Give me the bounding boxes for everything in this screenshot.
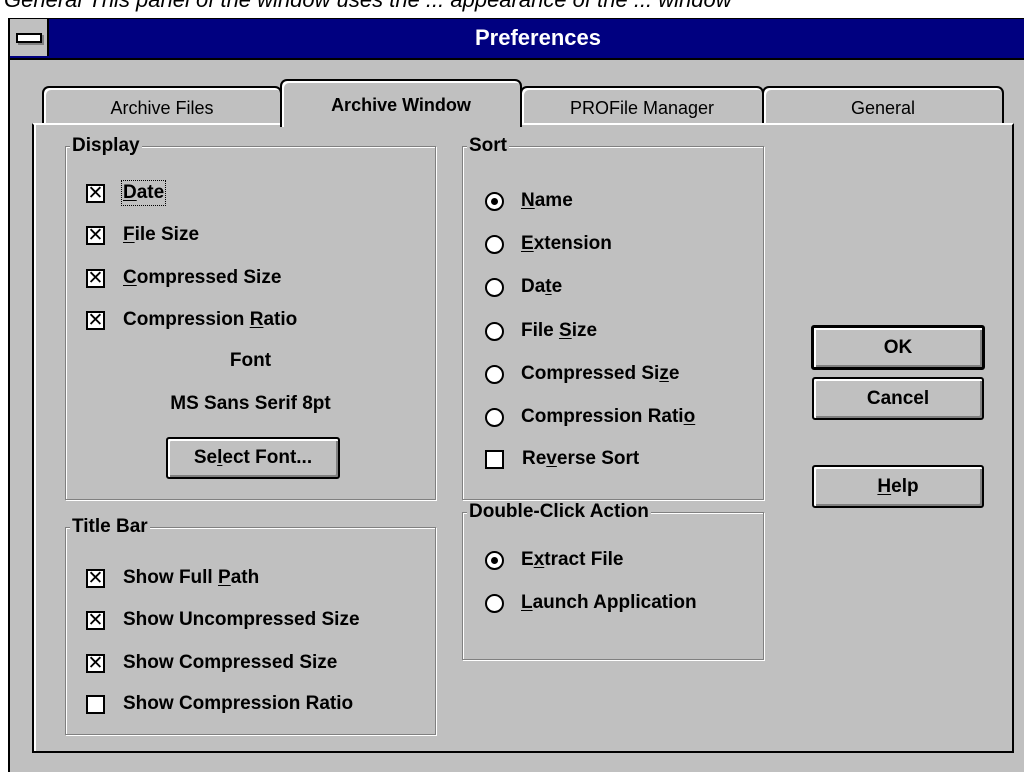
cancel-button[interactable]: Cancel bbox=[812, 377, 984, 420]
tab-profile-manager[interactable]: PROFile Manager bbox=[520, 86, 764, 126]
select-font-button[interactable]: Select Font... bbox=[166, 437, 340, 479]
checkbox-box bbox=[485, 449, 504, 469]
checkbox-box: ✕ bbox=[86, 267, 105, 289]
display-compression-ratio-checkbox[interactable]: ✕ Compression Ratio bbox=[86, 307, 297, 333]
checkbox-box: ✕ bbox=[86, 182, 105, 204]
tab-label: Archive Files bbox=[110, 98, 214, 118]
show-full-path-label: Show Full Path bbox=[123, 567, 260, 588]
system-menu-icon bbox=[15, 32, 42, 43]
top-caption-fragment: General This panel of the window uses th… bbox=[0, 0, 1024, 13]
font-value: MS Sans Serif 8pt bbox=[170, 393, 331, 414]
help-button[interactable]: Help bbox=[812, 465, 984, 508]
preferences-dialog: Preferences Archive Files Archive Window… bbox=[8, 18, 1024, 772]
display-file-size-label: File Size bbox=[123, 224, 200, 245]
reverse-sort-label: Reverse Sort bbox=[522, 448, 640, 469]
sort-name-radio[interactable]: Name bbox=[485, 188, 573, 214]
sort-date-label: Date bbox=[521, 276, 563, 297]
display-compressed-size-checkbox[interactable]: ✕ Compressed Size bbox=[86, 265, 281, 291]
tab-general[interactable]: General bbox=[762, 86, 1004, 126]
radio-circle bbox=[485, 191, 504, 211]
check-mark-icon: ✕ bbox=[87, 609, 104, 631]
show-compressed-size-label: Show Compressed Size bbox=[123, 652, 338, 673]
display-file-size-checkbox[interactable]: ✕ File Size bbox=[86, 222, 199, 248]
display-group-title: Display bbox=[70, 135, 142, 157]
window-title: Preferences bbox=[475, 25, 601, 50]
sort-group-title: Sort bbox=[467, 135, 509, 157]
top-caption-text: General This panel of the window uses th… bbox=[4, 0, 732, 13]
tab-label: Archive Window bbox=[331, 95, 471, 115]
check-mark-icon: ✕ bbox=[87, 267, 104, 289]
extract-file-radio[interactable]: Extract File bbox=[485, 547, 623, 573]
title-bar: Preferences bbox=[10, 19, 1024, 60]
tab-archive-window[interactable]: Archive Window bbox=[280, 79, 522, 127]
sort-name-label: Name bbox=[521, 190, 573, 211]
show-full-path-checkbox[interactable]: ✕ Show Full Path bbox=[86, 565, 259, 591]
sort-compressed-size-radio[interactable]: Compressed Size bbox=[485, 361, 679, 387]
sort-file-size-label: File Size bbox=[521, 320, 598, 341]
sort-compression-ratio-label: Compression Ratio bbox=[521, 406, 696, 427]
radio-circle bbox=[485, 550, 504, 570]
sort-extension-label: Extension bbox=[521, 233, 612, 254]
tab-label: PROFile Manager bbox=[569, 98, 715, 118]
radio-circle bbox=[485, 321, 504, 341]
checkbox-box: ✕ bbox=[86, 652, 105, 674]
show-compression-ratio-checkbox[interactable]: Show Compression Ratio bbox=[86, 691, 353, 717]
display-date-checkbox[interactable]: ✕ Date bbox=[86, 180, 167, 206]
show-uncompressed-size-label: Show Uncompressed Size bbox=[123, 609, 360, 630]
ok-button[interactable]: OK bbox=[811, 325, 985, 370]
title-bar-group-title: Title Bar bbox=[70, 516, 150, 538]
cancel-label: Cancel bbox=[866, 388, 930, 409]
check-mark-icon: ✕ bbox=[87, 182, 104, 204]
display-group: Display ✕ Date ✕ File Size ✕ Compressed … bbox=[65, 135, 436, 500]
sort-file-size-radio[interactable]: File Size bbox=[485, 318, 597, 344]
radio-circle bbox=[485, 593, 504, 613]
archive-window-panel: Display ✕ Date ✕ File Size ✕ Compressed … bbox=[32, 123, 1014, 753]
check-mark-icon: ✕ bbox=[87, 652, 104, 674]
checkbox-box: ✕ bbox=[86, 224, 105, 246]
display-compressed-size-label: Compressed Size bbox=[123, 267, 282, 288]
launch-application-radio[interactable]: Launch Application bbox=[485, 590, 697, 616]
double-click-group-title: Double-Click Action bbox=[467, 501, 651, 523]
double-click-action-group: Double-Click Action Extract File Launch … bbox=[462, 501, 764, 660]
sort-group: Sort Name Extension Date File Size Compr… bbox=[462, 135, 764, 500]
select-font-label: Select Font... bbox=[193, 447, 313, 468]
checkbox-box bbox=[86, 694, 105, 714]
check-mark-icon: ✕ bbox=[87, 309, 104, 331]
radio-circle bbox=[485, 277, 504, 297]
title-bar-group: Title Bar ✕ Show Full Path ✕ Show Uncomp… bbox=[65, 516, 436, 735]
tab-label: General bbox=[850, 98, 916, 118]
check-mark-icon: ✕ bbox=[87, 567, 104, 589]
font-label: Font bbox=[229, 350, 272, 371]
help-label: Help bbox=[877, 476, 919, 497]
radio-dot-icon bbox=[491, 197, 498, 205]
checkbox-box: ✕ bbox=[86, 567, 105, 589]
checkbox-box: ✕ bbox=[86, 309, 105, 331]
show-compression-ratio-label: Show Compression Ratio bbox=[123, 693, 354, 714]
sort-compressed-size-label: Compressed Size bbox=[521, 363, 680, 384]
ok-label: OK bbox=[883, 337, 913, 358]
radio-circle bbox=[485, 234, 504, 254]
check-mark-icon: ✕ bbox=[87, 224, 104, 246]
sort-extension-radio[interactable]: Extension bbox=[485, 231, 612, 257]
extract-file-label: Extract File bbox=[521, 549, 624, 570]
show-uncompressed-size-checkbox[interactable]: ✕ Show Uncompressed Size bbox=[86, 607, 360, 633]
tab-archive-files[interactable]: Archive Files bbox=[42, 86, 282, 126]
display-compression-ratio-label: Compression Ratio bbox=[123, 309, 298, 330]
reverse-sort-checkbox[interactable]: Reverse Sort bbox=[485, 446, 639, 472]
sort-compression-ratio-radio[interactable]: Compression Ratio bbox=[485, 404, 695, 430]
radio-circle bbox=[485, 407, 504, 427]
radio-dot-icon bbox=[491, 556, 498, 564]
system-menu-button[interactable] bbox=[10, 19, 49, 56]
radio-circle bbox=[485, 364, 504, 384]
launch-application-label: Launch Application bbox=[521, 592, 697, 613]
checkbox-box: ✕ bbox=[86, 609, 105, 631]
show-compressed-size-checkbox[interactable]: ✕ Show Compressed Size bbox=[86, 650, 337, 676]
sort-date-radio[interactable]: Date bbox=[485, 274, 562, 300]
display-date-label: Date bbox=[120, 180, 167, 206]
